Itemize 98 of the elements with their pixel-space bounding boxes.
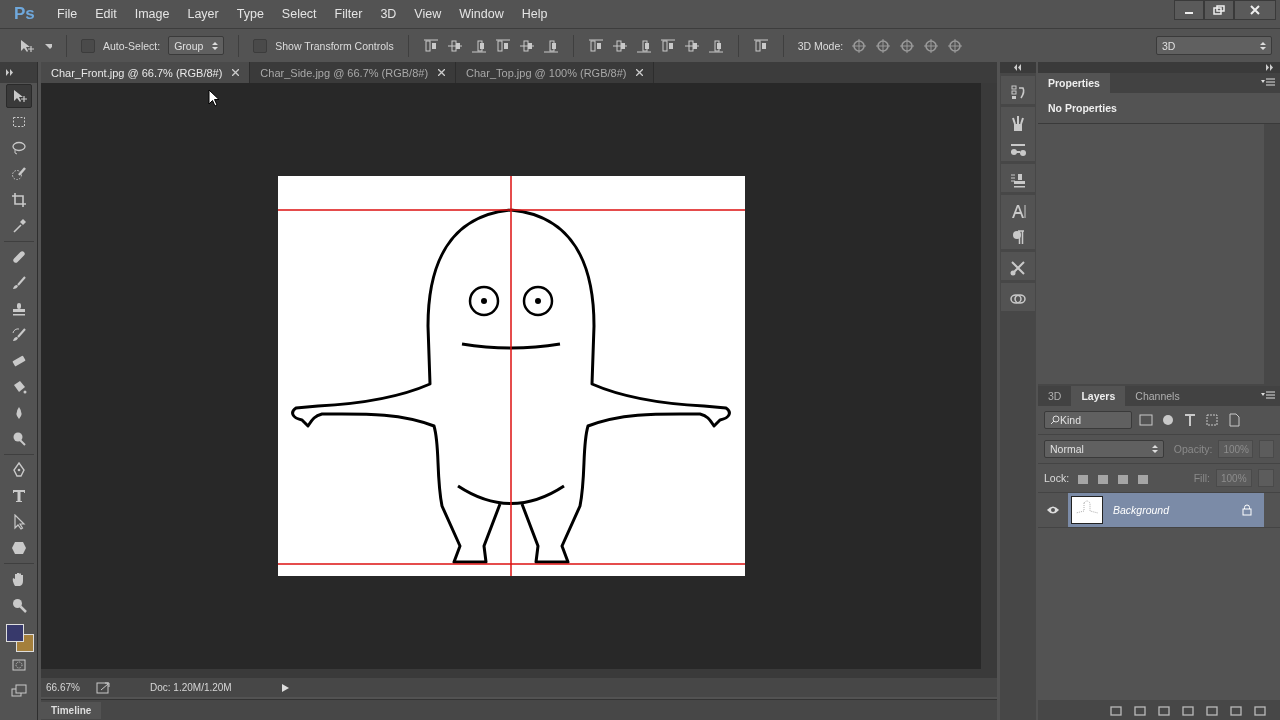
align-icon[interactable] xyxy=(494,37,511,54)
distribute-icon[interactable] xyxy=(659,37,676,54)
character-icon[interactable] xyxy=(1010,203,1026,219)
scrollbar[interactable] xyxy=(41,669,997,678)
type-tool-icon xyxy=(10,488,27,504)
menu-item[interactable]: Type xyxy=(227,7,273,21)
tool-button[interactable] xyxy=(5,84,32,108)
marquee-tool-icon xyxy=(10,114,27,130)
layer-name: Background xyxy=(1113,504,1171,516)
group-dropdown[interactable]: Group xyxy=(168,36,225,55)
expand-icon[interactable] xyxy=(1266,64,1274,71)
brushes-icon[interactable] xyxy=(1010,115,1026,131)
type-filter-icon[interactable] xyxy=(1182,412,1198,428)
panel-tab[interactable]: Properties xyxy=(1038,73,1110,93)
close-icon xyxy=(1250,5,1260,15)
search-icon xyxy=(1050,415,1060,425)
menu-item[interactable]: Image xyxy=(125,7,179,21)
minimize-icon xyxy=(1185,12,1193,14)
libraries-icon[interactable] xyxy=(1010,291,1026,307)
transform-controls-label: Show Transform Controls xyxy=(275,39,394,52)
filter-dropdown[interactable]: Kind xyxy=(1044,411,1132,429)
menu-item[interactable]: Window xyxy=(450,7,513,21)
clone-source-icon[interactable] xyxy=(1010,172,1026,188)
menu-item[interactable]: Select xyxy=(272,7,326,21)
play-icon[interactable] xyxy=(280,681,290,694)
eye-icon[interactable] xyxy=(1046,505,1060,515)
menu-item[interactable]: Help xyxy=(512,7,557,21)
panel-menu-icon[interactable] xyxy=(1261,78,1275,88)
blend-mode-dropdown[interactable]: Normal xyxy=(1044,440,1164,458)
menu-item[interactable]: Layer xyxy=(178,7,228,21)
shape-filter-icon[interactable] xyxy=(1204,412,1220,428)
restore-icon xyxy=(1213,5,1225,15)
layer-thumbnail xyxy=(1071,496,1103,524)
auto-select-label: Auto-Select: xyxy=(103,39,161,52)
paragraph-icon[interactable] xyxy=(1010,229,1026,245)
export-icon[interactable] xyxy=(96,679,110,696)
close-icon[interactable] xyxy=(636,69,644,76)
smart-object-filter-icon[interactable] xyxy=(1226,412,1242,428)
cursor-icon xyxy=(208,89,220,107)
properties-message: No Properties xyxy=(1038,93,1280,124)
distribute-icon[interactable] xyxy=(611,37,628,54)
align-icon[interactable] xyxy=(446,37,463,54)
minimize-button[interactable] xyxy=(1174,0,1204,20)
panel-menu-icon[interactable] xyxy=(1261,391,1275,401)
lasso-tool-icon xyxy=(10,140,27,156)
distribute-icon[interactable] xyxy=(752,37,769,54)
panel-tab[interactable]: Layers xyxy=(1071,386,1126,406)
toolbar-header[interactable] xyxy=(0,62,37,83)
document-size: Doc: 1.20M/1.20M xyxy=(150,682,233,693)
distribute-icon[interactable] xyxy=(635,37,652,54)
crop-tool-icon xyxy=(10,192,27,208)
brush-tool-icon xyxy=(10,275,27,291)
updown-arrows-icon xyxy=(212,40,219,51)
quick-mask-icon[interactable] xyxy=(10,657,27,673)
expand-icon[interactable] xyxy=(6,69,14,76)
close-icon[interactable] xyxy=(438,69,446,76)
close-button[interactable] xyxy=(1234,0,1276,20)
restore-button[interactable] xyxy=(1204,0,1234,20)
menu-item[interactable]: File xyxy=(48,7,87,21)
screen-mode-icon[interactable] xyxy=(10,683,27,699)
move-tool-icon[interactable] xyxy=(18,37,34,54)
image-filter-icon[interactable] xyxy=(1138,412,1154,428)
menu-item[interactable]: Edit xyxy=(86,7,126,21)
updown-arrows-icon xyxy=(1260,40,1266,51)
collapse-icon[interactable] xyxy=(1014,64,1022,71)
pen-tool-icon xyxy=(10,462,27,478)
history-icon[interactable] xyxy=(1010,84,1026,100)
distribute-icon[interactable] xyxy=(683,37,700,54)
zoom-level[interactable]: 66.67% xyxy=(46,682,86,693)
adjustment-filter-icon[interactable] xyxy=(1160,412,1176,428)
history-brush-tool-icon xyxy=(10,327,27,343)
workspace-dropdown[interactable]: 3D xyxy=(1156,36,1272,55)
menu-item[interactable]: Filter xyxy=(325,7,372,21)
menu-item[interactable]: 3D xyxy=(371,7,406,21)
stamp-tool-icon xyxy=(10,301,27,317)
updown-arrows-icon xyxy=(1151,444,1158,454)
shape-tool-icon xyxy=(10,540,27,556)
dock-header[interactable] xyxy=(1000,62,1036,73)
timeline-tab[interactable]: Timeline xyxy=(41,701,102,719)
distribute-icon[interactable] xyxy=(587,37,604,54)
quick-select-tool-icon xyxy=(10,166,27,182)
brush-settings-icon[interactable] xyxy=(1010,141,1026,157)
align-icon[interactable] xyxy=(422,37,439,54)
distribute-icon[interactable] xyxy=(707,37,724,54)
layer-row[interactable]: Background xyxy=(1068,493,1264,527)
menu-item[interactable]: View xyxy=(405,7,451,21)
color-swatches[interactable] xyxy=(3,622,34,652)
zoom-tool-icon xyxy=(10,597,27,613)
app-logo: Ps xyxy=(13,4,36,24)
mode-label: 3D Mode: xyxy=(797,39,844,52)
document-tab[interactable]: Char_Front.jpg @ 66.7% (RGB/8#) xyxy=(41,62,251,83)
lock-label: Lock: xyxy=(1044,472,1070,484)
align-icon[interactable] xyxy=(518,37,535,54)
align-icon[interactable] xyxy=(470,37,487,54)
tools-icon[interactable] xyxy=(1010,260,1026,276)
align-icon[interactable] xyxy=(542,37,559,54)
close-icon[interactable] xyxy=(232,69,240,76)
scrollbar[interactable] xyxy=(1264,124,1280,384)
